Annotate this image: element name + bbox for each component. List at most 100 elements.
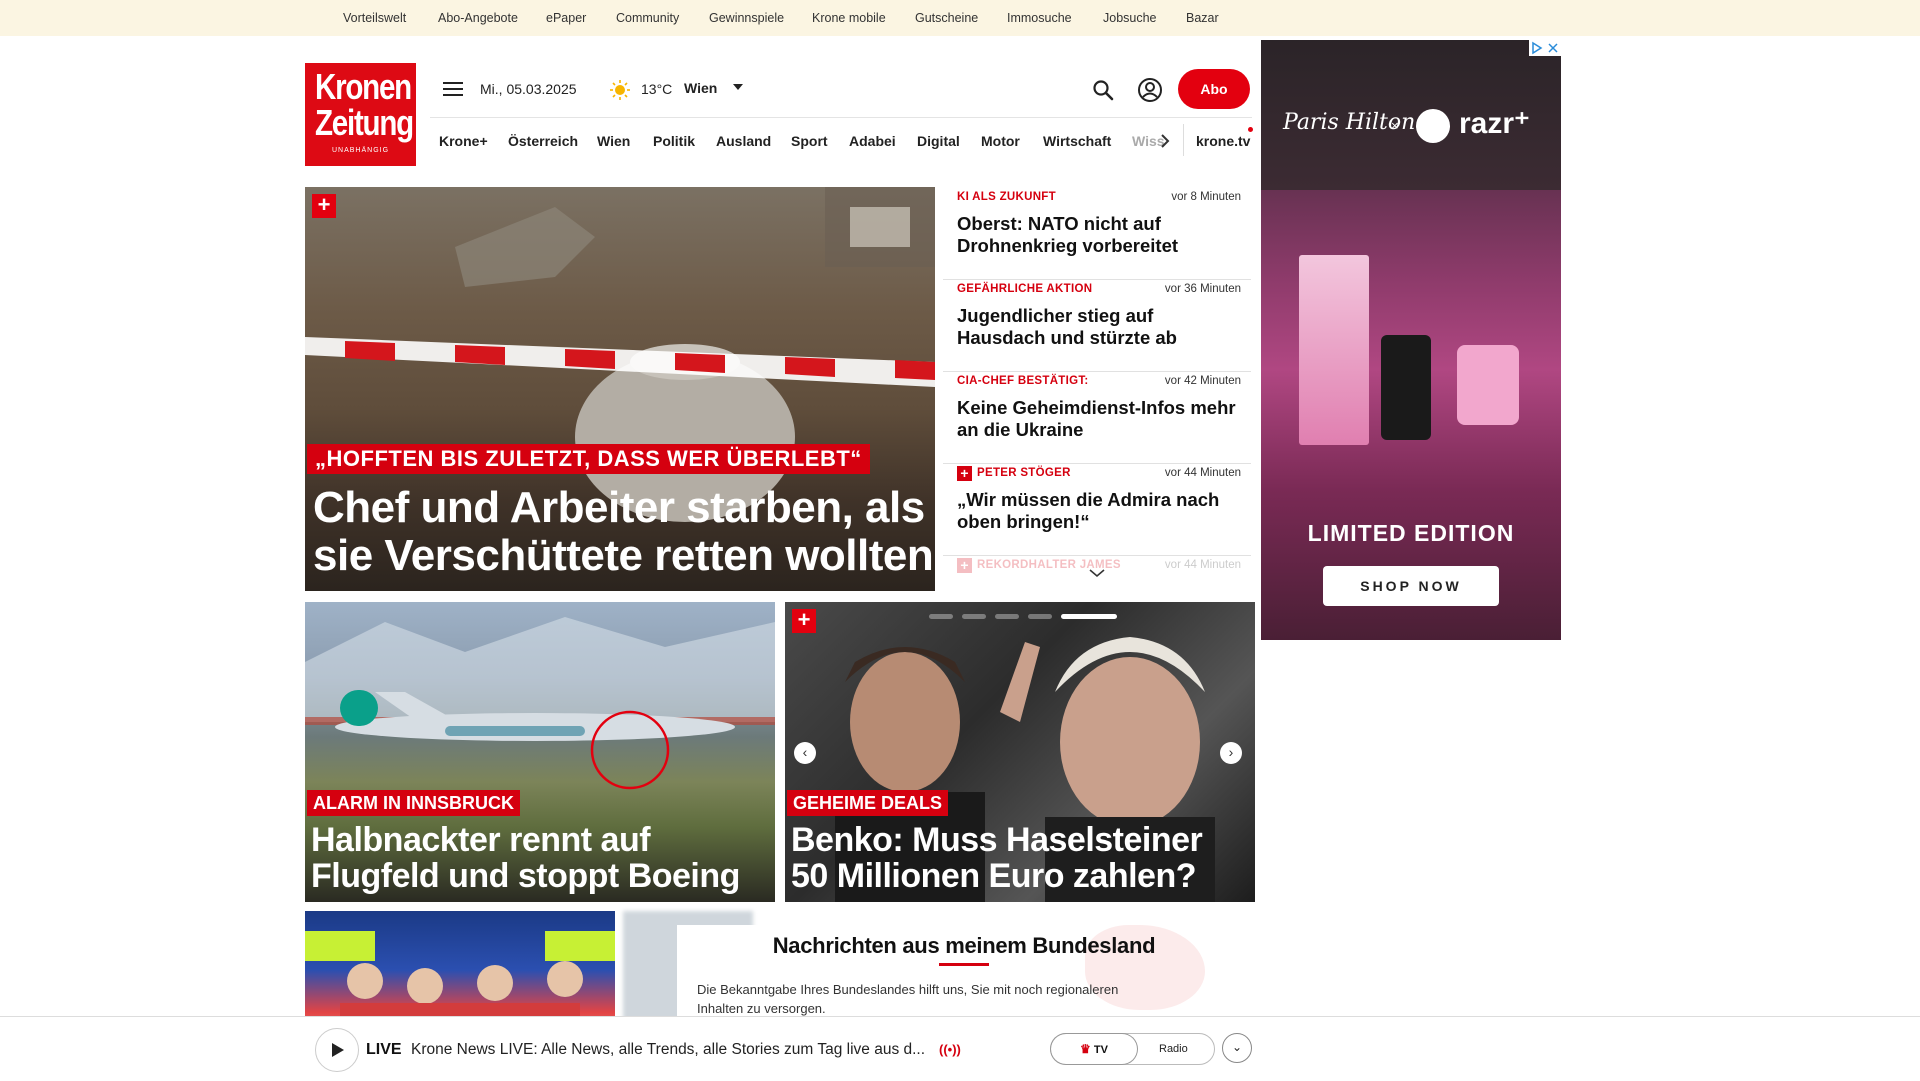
card-headline-line-2: Flugfeld und stoppt Boeing <box>311 857 740 895</box>
topbar-link-gutscheine[interactable]: Gutscheine <box>915 11 978 25</box>
nav-item-oesterreich[interactable]: Österreich <box>508 133 578 149</box>
ticker-time: vor 42 Minuten <box>1164 375 1241 387</box>
carousel-dot[interactable] <box>1028 614 1052 619</box>
ticker-title: „Wir müssen die Admira nach oben bringen… <box>957 489 1220 532</box>
nav-separator <box>1183 124 1184 156</box>
card-headline-line-2: 50 Millionen Euro zahlen? <box>791 857 1197 895</box>
menu-icon[interactable] <box>443 82 463 98</box>
crown-icon: ♛ <box>1080 1042 1091 1056</box>
tv-radio-toggle[interactable]: ♛ TV Radio <box>1050 1033 1215 1065</box>
title-underline <box>939 963 989 966</box>
topbar-link-gewinnspiele[interactable]: Gewinnspiele <box>709 11 784 25</box>
card-kicker: GEHEIME DEALS <box>787 790 949 816</box>
chevron-down-icon[interactable] <box>1088 568 1106 578</box>
logo-line-1: Kronen <box>314 66 412 107</box>
topbar-link-jobsuche[interactable]: Jobsuche <box>1103 11 1157 25</box>
bundesland-text: Die Bekanntgabe Ihres Bundeslandes hilft… <box>697 982 1119 1016</box>
live-stream-title[interactable]: Krone News LIVE: Alle News, alle Trends,… <box>411 1041 925 1059</box>
nav-item-wirtschaft[interactable]: Wirtschaft <box>1043 133 1111 149</box>
logo-tagline: UNABHÄNGIG <box>331 147 390 154</box>
live-player-bar: LIVE Krone News LIVE: Alle News, alle Tr… <box>0 1016 1920 1081</box>
topbar-link-immosuche[interactable]: Immosuche <box>1007 11 1072 25</box>
live-dot <box>1248 127 1253 132</box>
article-card[interactable]: ALARM IN INNSBRUCK Halbnackter rennt auf… <box>305 602 775 902</box>
ad-limited-text: LIMITED EDITION <box>1307 520 1515 546</box>
topbar-link-epaper[interactable]: ePaper <box>546 11 586 25</box>
ticker-category: GEFÄHRLICHE AKTION <box>957 283 1093 295</box>
play-button[interactable] <box>315 1028 359 1072</box>
ticker-item[interactable]: + PETER STÖGER vor 44 Minuten „Wir müsse… <box>943 463 1251 556</box>
nav-item-wien[interactable]: Wien <box>597 133 630 149</box>
ad-collab-x: × <box>1391 118 1399 133</box>
carousel-dot-active[interactable] <box>1061 614 1117 619</box>
current-date: Mi., 05.03.2025 <box>480 81 577 97</box>
carousel-dot[interactable] <box>929 614 953 619</box>
expand-chevron-icon[interactable]: ⌄ <box>1222 1033 1252 1063</box>
carousel-dot[interactable] <box>995 614 1019 619</box>
top-utility-bar: Vorteilswelt Abo-Angebote ePaper Communi… <box>0 0 1920 36</box>
ticker-item[interactable]: KI ALS ZUKUNFT vor 8 Minuten Oberst: NAT… <box>943 187 1251 280</box>
abo-button[interactable]: Abo <box>1178 69 1250 109</box>
nav-item-sport[interactable]: Sport <box>791 133 828 149</box>
hero-kicker: „HOFFTEN BIS ZULETZT, DASS WER ÜBERLEBT“ <box>307 444 870 474</box>
topbar-link-abo-angebote[interactable]: Abo-Angebote <box>438 11 518 25</box>
nav-item-politik[interactable]: Politik <box>653 133 695 149</box>
ad-phone-pink <box>1457 345 1519 425</box>
nav-item-krone-tv[interactable]: krone.tv <box>1196 133 1250 149</box>
hero-headline-line-1: Chef und Arbeiter starben, als <box>313 483 925 532</box>
carousel-dot[interactable] <box>962 614 986 619</box>
ticker-category: KI ALS ZUKUNFT <box>957 191 1056 203</box>
bundesland-title: Nachrichten aus meinem Bundesland <box>772 933 1156 958</box>
nav-divider <box>430 117 1252 118</box>
tv-option[interactable]: ♛ TV <box>1051 1034 1137 1064</box>
tv-label: TV <box>1093 1044 1108 1056</box>
topbar-link-krone-mobile[interactable]: Krone mobile <box>812 11 886 25</box>
sun-icon <box>610 80 630 100</box>
nav-item-krone-plus[interactable]: Krone+ <box>439 133 488 149</box>
carousel-prev-button[interactable]: ‹ <box>794 742 816 764</box>
ad-product-box <box>1299 255 1369 445</box>
ticker-item[interactable]: GEFÄHRLICHE AKTION vor 36 Minuten Jugend… <box>943 279 1251 372</box>
krone-plus-icon: + <box>957 466 972 481</box>
card-headline-line-1: Benko: Muss Haselsteiner <box>791 821 1203 859</box>
chevron-down-icon[interactable] <box>733 84 743 90</box>
kronen-zeitung-logo[interactable]: Kronen Zeitung UNABHÄNGIG <box>305 63 416 166</box>
adchoices-close-icon[interactable] <box>1529 40 1561 56</box>
hero-headline-line-2: sie Verschüttete retten wollten <box>313 531 934 580</box>
news-ticker-list: KI ALS ZUKUNFT vor 8 Minuten Oberst: NAT… <box>943 187 1251 597</box>
nav-item-digital[interactable]: Digital <box>917 133 960 149</box>
ad-phone <box>1381 335 1431 440</box>
ticker-time: vor 44 Minuten <box>1164 559 1241 571</box>
hero-article[interactable]: + „HOFFTEN BIS ZULETZT, DASS WER ÜBERLEB… <box>305 187 935 591</box>
ticker-title: Oberst: NATO nicht auf Drohnenkrieg vorb… <box>957 213 1179 256</box>
card-kicker: ALARM IN INNSBRUCK <box>307 790 520 816</box>
ticker-category: CIA-CHEF BESTÄTIGT: <box>957 375 1089 387</box>
motorola-logo-icon <box>1416 109 1450 143</box>
ad-shop-now-button[interactable]: SHOP NOW <box>1323 566 1499 606</box>
advertisement[interactable]: Paris Hilton × razr⁺ LIMITED EDITION SHO… <box>1261 40 1561 640</box>
ticker-item[interactable]: CIA-CHEF BESTÄTIGT: vor 42 Minuten Keine… <box>943 371 1251 464</box>
search-icon[interactable] <box>1091 78 1115 102</box>
play-icon <box>332 1043 344 1057</box>
topbar-link-vorteilswelt[interactable]: Vorteilswelt <box>343 11 406 25</box>
topbar-link-community[interactable]: Community <box>616 11 679 25</box>
live-label: LIVE <box>366 1041 402 1058</box>
broadcast-icon: ((•)) <box>939 1042 961 1057</box>
ticker-title: Keine Geheimdienst-Infos mehr an die Ukr… <box>957 397 1236 440</box>
city-selector[interactable]: Wien <box>684 80 717 96</box>
nav-item-motor[interactable]: Motor <box>981 133 1020 149</box>
ticker-title: Jugendlicher stieg auf Hausdach und stür… <box>957 305 1177 348</box>
chevron-right-icon[interactable] <box>1158 131 1172 151</box>
krone-plus-icon: + <box>957 558 972 573</box>
radio-option[interactable]: Radio <box>1159 1034 1188 1064</box>
nav-item-adabei[interactable]: Adabei <box>849 133 896 149</box>
nav-item-ausland[interactable]: Ausland <box>716 133 771 149</box>
carousel-next-button[interactable]: › <box>1220 742 1242 764</box>
temperature: 13°C <box>641 81 673 97</box>
account-icon[interactable] <box>1137 77 1163 103</box>
carousel-article-card[interactable]: + ‹ › GEHEIME DEALS Benko: Muss Haselste… <box>785 602 1255 902</box>
krone-plus-badge: + <box>312 194 336 218</box>
ticker-time: vor 44 Minuten <box>1164 467 1241 479</box>
topbar-link-bazar[interactable]: Bazar <box>1186 11 1219 25</box>
logo-line-2: Zeitung <box>314 102 414 143</box>
